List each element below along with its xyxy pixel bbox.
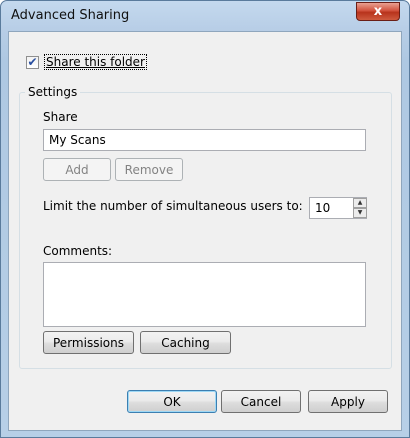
permissions-button-label: Permissions [53,335,124,350]
share-folder-row[interactable]: ✔ Share this folder [26,54,147,70]
add-button-label: Add [65,162,89,177]
comments-textarea[interactable] [43,262,366,327]
comments-label: Comments: [43,244,113,258]
advanced-sharing-dialog: Advanced Sharing x ✔ Share this folder S… [0,0,410,438]
spin-up-button[interactable]: ▲ [353,198,367,208]
window-title: Advanced Sharing [11,8,130,23]
dialog-body: ✔ Share this folder Settings Share My Sc… [8,31,402,431]
cancel-button[interactable]: Cancel [221,390,301,413]
share-folder-checkbox[interactable]: ✔ [26,55,39,69]
user-limit-label: Limit the number of simultaneous users t… [43,199,303,213]
user-limit-spinner: ▲ ▼ [353,198,367,218]
title-bar: Advanced Sharing x [1,1,409,31]
apply-button[interactable]: Apply [308,390,388,413]
share-name-input[interactable]: My Scans [43,129,366,151]
permissions-button[interactable]: Permissions [43,331,134,354]
add-button[interactable]: Add [43,158,111,181]
ok-button[interactable]: OK [127,390,217,413]
check-icon: ✔ [27,55,38,69]
spin-down-button[interactable]: ▼ [353,208,367,218]
cancel-button-label: Cancel [240,394,282,409]
remove-button[interactable]: Remove [115,158,183,181]
caching-button[interactable]: Caching [140,331,231,354]
close-button[interactable]: x [356,2,400,21]
share-folder-label[interactable]: Share this folder [44,54,147,70]
remove-button-label: Remove [124,162,174,177]
ok-button-label: OK [163,394,181,409]
close-icon: x [373,4,383,19]
settings-group-title: Settings [25,85,81,99]
share-folder-label-text: Share this folder [46,55,145,69]
caching-button-label: Caching [161,335,210,350]
apply-button-label: Apply [331,394,365,409]
share-name-label: Share [43,110,78,124]
